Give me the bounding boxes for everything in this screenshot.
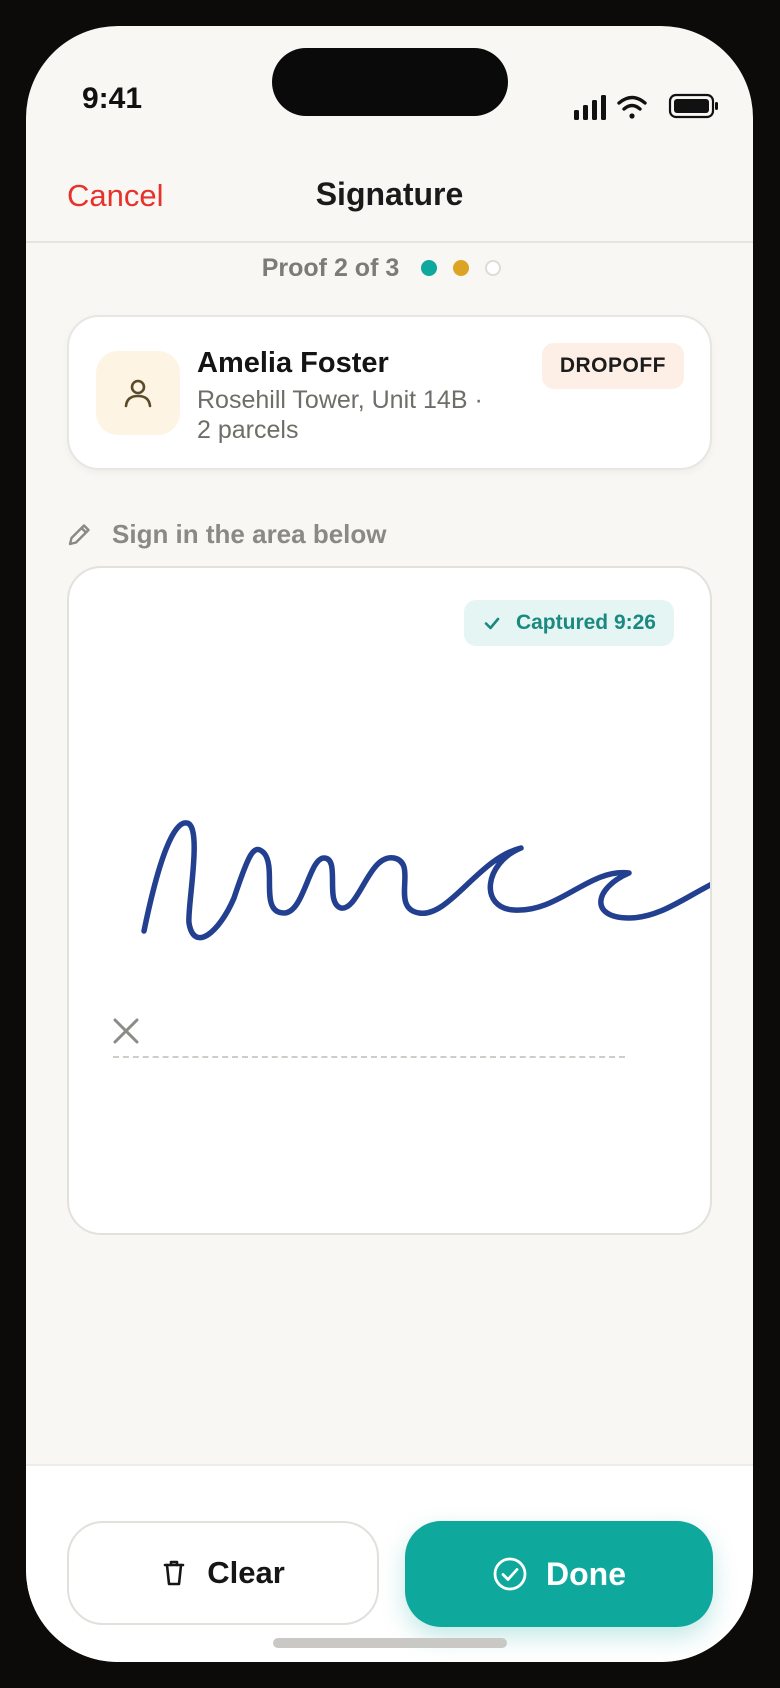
signature-stroke: [141, 820, 710, 941]
progress-label: Proof 2 of 3: [261, 253, 400, 282]
done-button[interactable]: Done: [405, 1521, 713, 1627]
status-time: 9:41: [82, 82, 143, 115]
signature-baseline: [113, 1056, 625, 1058]
close-icon: [113, 1018, 139, 1044]
check-icon: [484, 617, 500, 630]
captured-badge: Captured 9:26: [463, 600, 674, 646]
signal-icon: [574, 95, 606, 120]
proof-progress: Proof 2 of 3: [26, 248, 753, 288]
recipient-name: Amelia Foster: [197, 347, 389, 379]
nav-bar: Cancel Signature: [26, 138, 753, 243]
dynamic-island: [272, 48, 508, 116]
battery-icon: [668, 93, 718, 119]
recipient-parcels: 2 parcels: [197, 416, 299, 444]
signature-pad[interactable]: Captured 9:26: [67, 566, 712, 1235]
page-title: Signature: [315, 176, 464, 212]
progress-dot-2: [453, 260, 470, 276]
dropoff-badge: DROPOFF: [541, 343, 684, 389]
phone-screen: 9:41 Cancel Signature Proof 2 of 3 Ameli…: [26, 26, 753, 1662]
sign-hint: Sign in the area below: [66, 516, 387, 552]
home-indicator: [273, 1638, 507, 1648]
progress-dot-3: [485, 260, 502, 276]
recipient-address: Rosehill Tower, Unit 14B ·: [197, 386, 483, 414]
action-bar: Clear Done: [26, 1464, 753, 1662]
recipient-card: Amelia Foster Rosehill Tower, Unit 14B ·…: [67, 315, 712, 470]
pencil-icon: [68, 524, 90, 546]
sign-hint-text: Sign in the area below: [112, 518, 387, 549]
check-circle-icon: [493, 1557, 527, 1591]
person-icon: [124, 379, 152, 408]
captured-label: Captured 9:26: [515, 611, 656, 634]
progress-dot-1: [421, 260, 438, 276]
clear-button[interactable]: Clear: [67, 1521, 379, 1625]
clear-label: Clear: [207, 1555, 285, 1590]
status-icons: [574, 93, 718, 120]
done-label: Done: [546, 1555, 626, 1592]
trash-icon: [163, 1560, 185, 1586]
wifi-icon: [617, 95, 647, 119]
avatar: [96, 351, 180, 435]
recipient-details: Rosehill Tower, Unit 14B · 2 parcels: [197, 385, 507, 445]
